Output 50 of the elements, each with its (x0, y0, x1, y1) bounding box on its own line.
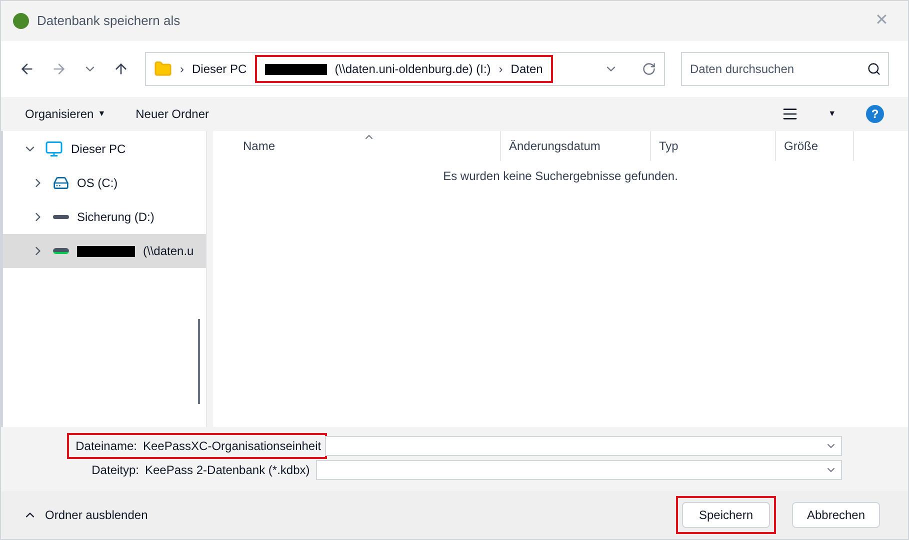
tree-item-label: Dieser PC (71, 141, 126, 158)
tree-item-label: (\\daten.u (143, 243, 194, 260)
dropdown-field[interactable] (316, 460, 842, 480)
breadcrumb-separator: › (498, 61, 503, 78)
help-icon[interactable]: ? (866, 105, 884, 123)
tree-item[interactable]: Dieser PC (3, 132, 206, 166)
breadcrumb-item[interactable]: (\\daten.uni-oldenburg.de) (I:) (334, 60, 491, 78)
breadcrumb-separator: › (180, 61, 184, 78)
view-options-icon[interactable] (782, 106, 798, 122)
breadcrumb-item[interactable]: Daten (510, 60, 543, 78)
redaction-bar (77, 246, 135, 256)
field-value[interactable]: KeePass 2-Datenbank (*.kdbx) (145, 461, 310, 479)
organize-menu[interactable]: Organisieren ▼ (25, 105, 106, 123)
monitor-icon (45, 140, 63, 158)
drive-icon (53, 175, 69, 191)
column-header[interactable]: Änderungsdatum (501, 131, 651, 161)
up-icon[interactable] (113, 61, 129, 77)
drive-icon (53, 215, 69, 219)
caret-icon[interactable]: ▼ (828, 108, 836, 120)
forward-icon[interactable] (51, 61, 67, 77)
network-drive-icon (53, 248, 69, 254)
breadcrumb-item[interactable]: Dieser PC (192, 60, 247, 78)
refresh-icon[interactable] (642, 62, 656, 76)
column-header[interactable]: Typ (651, 131, 776, 161)
dialog-button[interactable]: Speichern (682, 502, 770, 528)
folder-icon (154, 60, 172, 78)
tree-item-label: OS (C:) (77, 175, 118, 192)
tree-item-label: Sicherung (D:) (77, 209, 154, 226)
field-label: Dateiname: (74, 438, 137, 455)
window-title: Datenbank speichern als (37, 12, 180, 30)
tree-item[interactable]: (\\daten.u (3, 234, 206, 268)
redaction-bar (264, 64, 327, 74)
field-value[interactable]: KeePassXC-Organisationseinheit (143, 437, 322, 455)
hide-folders-button[interactable]: Ordner ausblenden (23, 506, 148, 524)
empty-message: Es wurden keine Suchergebnisse gefunden. (443, 168, 678, 185)
app-logo-icon (13, 13, 29, 29)
field-label: Dateityp: (90, 462, 139, 479)
dialog-button[interactable]: Abbrechen (792, 502, 880, 528)
scrollbar-thumb[interactable] (198, 319, 200, 404)
column-header[interactable]: Größe (776, 131, 854, 161)
caret-icon: ▼ (98, 108, 106, 120)
search-field[interactable]: Daten durchsuchen (681, 52, 889, 86)
back-icon[interactable] (19, 61, 35, 77)
new-folder-button[interactable]: Neuer Ordner (136, 105, 209, 123)
search-icon (867, 62, 881, 76)
address-bar[interactable]: › Dieser PC (\\daten.uni-oldenburg.de) (I:) › Daten (145, 52, 665, 86)
tree-item[interactable]: Sicherung (D:) (3, 200, 206, 234)
tree-item[interactable]: OS (C:) (3, 166, 206, 200)
dropdown-field[interactable] (325, 436, 842, 456)
column-header[interactable]: Name (213, 131, 501, 161)
